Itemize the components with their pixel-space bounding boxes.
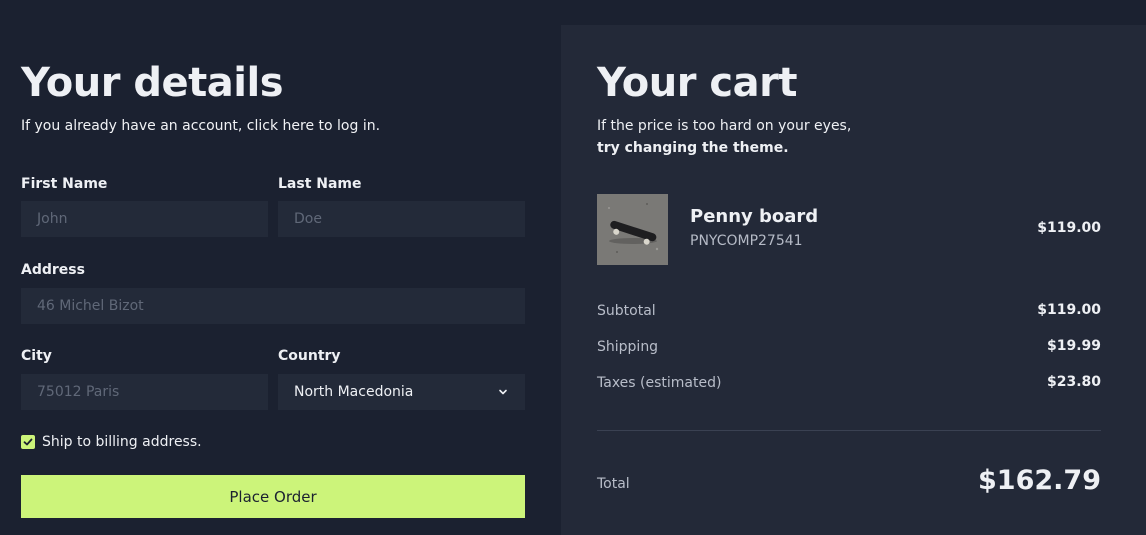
country-label: Country xyxy=(278,348,341,364)
subtotal-label: Subtotal xyxy=(597,303,656,319)
total-value: $162.79 xyxy=(978,465,1101,496)
product-name: Penny board xyxy=(690,206,819,227)
country-select[interactable]: North Macedonia xyxy=(278,374,525,410)
address-input[interactable]: 46 Michel Bizot xyxy=(21,288,525,324)
last-name-label: Last Name xyxy=(278,176,362,192)
ship-to-billing-checkbox[interactable] xyxy=(21,435,35,449)
taxes-value: $23.80 xyxy=(1046,374,1101,390)
details-title: Your details xyxy=(21,60,284,106)
shipping-label: Shipping xyxy=(597,339,659,355)
address-label: Address xyxy=(21,262,85,278)
ship-to-billing-label: Ship to billing address. xyxy=(42,434,202,450)
shipping-value: $19.99 xyxy=(1046,338,1101,354)
first-name-label: First Name xyxy=(21,176,108,192)
first-name-input[interactable]: John xyxy=(21,201,268,237)
place-order-button[interactable]: Place Order xyxy=(21,475,525,518)
cart-subtitle: If the price is too hard on your eyes, xyxy=(597,118,852,134)
taxes-label: Taxes (estimated) xyxy=(597,375,722,391)
skateboard-image xyxy=(597,194,668,265)
country-value: North Macedonia xyxy=(294,384,414,400)
total-label: Total xyxy=(597,476,630,492)
chevron-down-icon xyxy=(499,389,507,395)
product-thumbnail xyxy=(597,194,668,265)
divider xyxy=(597,430,1101,431)
cart-panel: Your cart If the price is too hard on yo… xyxy=(561,25,1146,535)
subtotal-value: $119.00 xyxy=(1037,302,1101,318)
login-prompt-link[interactable]: If you already have an account, click he… xyxy=(21,118,380,134)
change-theme-link[interactable]: try changing the theme. xyxy=(597,140,789,156)
ship-to-billing-row[interactable]: Ship to billing address. xyxy=(21,434,202,450)
city-label: City xyxy=(21,348,52,364)
cart-title: Your cart xyxy=(597,60,797,106)
product-price: $119.00 xyxy=(1037,220,1101,236)
checkmark-icon xyxy=(23,438,33,446)
last-name-input[interactable]: Doe xyxy=(278,201,525,237)
product-sku: PNYCOMP27541 xyxy=(690,233,803,249)
city-input[interactable]: 75012 Paris xyxy=(21,374,268,410)
